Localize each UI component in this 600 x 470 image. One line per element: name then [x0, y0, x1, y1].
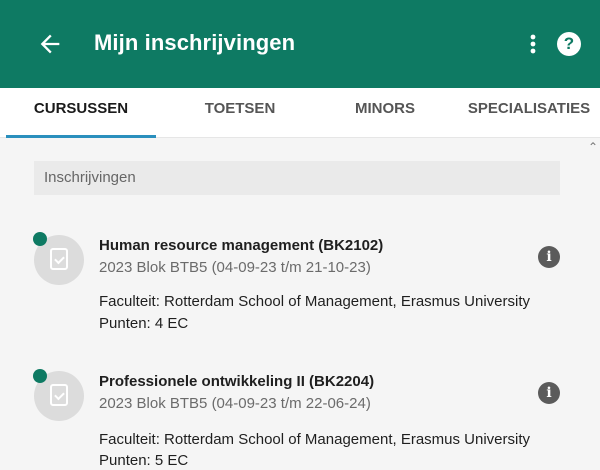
- course-period: 2023 Blok BTB5 (04-09-23 t/m 22-06-24): [99, 395, 371, 412]
- info-icon[interactable]: i: [538, 382, 560, 404]
- tab-cursussen[interactable]: CURSUSSEN: [6, 88, 156, 138]
- tab-minors[interactable]: MINORS: [330, 88, 440, 138]
- scroll-up-icon[interactable]: ⌃: [588, 140, 598, 154]
- status-dot: [33, 369, 47, 383]
- app-bar: Mijn inschrijvingen ?: [0, 0, 600, 88]
- course-points: Punten: 4 EC: [99, 315, 189, 332]
- course-title: Professionele ontwikkeling II (BK2204): [99, 373, 375, 390]
- arrow-left-icon[interactable]: [36, 30, 64, 58]
- course-faculty: Faculteit: Rotterdam School of Managemen…: [99, 431, 531, 448]
- section-header: Inschrijvingen: [34, 161, 560, 195]
- tab-specialisaties[interactable]: SPECIALISATIES: [458, 88, 600, 138]
- tab-toetsen[interactable]: TOETSEN: [180, 88, 300, 138]
- enrollment-list[interactable]: ⌃ Inschrijvingen Human resource manageme…: [0, 138, 600, 470]
- help-icon[interactable]: ?: [557, 32, 581, 56]
- page-title: Mijn inschrijvingen: [94, 30, 296, 55]
- tab-bar: CURSUSSEN TOETSEN MINORS SPECIALISATIES: [0, 88, 600, 138]
- course-title: Human resource management (BK2102): [99, 237, 384, 254]
- info-icon[interactable]: i: [538, 246, 560, 268]
- course-points: Punten: 5 EC: [99, 452, 189, 469]
- more-vertical-icon[interactable]: [523, 30, 543, 58]
- status-dot: [33, 232, 47, 246]
- course-period: 2023 Blok BTB5 (04-09-23 t/m 21-10-23): [99, 259, 371, 276]
- course-faculty: Faculteit: Rotterdam School of Managemen…: [99, 293, 531, 310]
